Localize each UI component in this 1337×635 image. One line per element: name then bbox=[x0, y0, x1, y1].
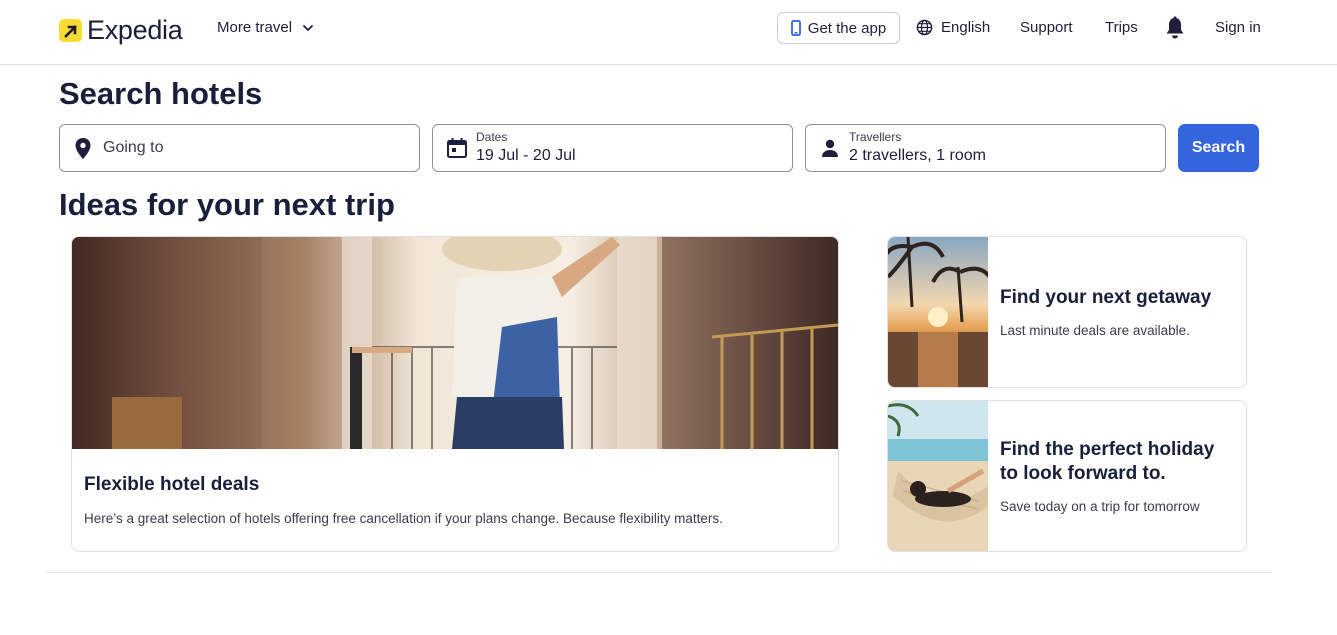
trips-link[interactable]: Trips bbox=[1105, 19, 1138, 36]
flexible-hotel-deals-card[interactable]: Flexible hotel deals Here’s a great sele… bbox=[71, 236, 839, 552]
dates-field[interactable]: Dates 19 Jul - 20 Jul bbox=[432, 124, 793, 172]
going-to-placeholder: Going to bbox=[103, 139, 164, 156]
map-pin-icon bbox=[73, 137, 93, 161]
expedia-logo[interactable]: Expedia bbox=[59, 15, 183, 46]
hammock-beach-image bbox=[888, 401, 988, 551]
card-description: Last minute deals are available. bbox=[1000, 323, 1190, 338]
phone-icon bbox=[790, 20, 801, 36]
beach-resort-image bbox=[888, 237, 988, 387]
globe-icon bbox=[916, 19, 933, 36]
top-header: Expedia More travel Get the app English … bbox=[0, 0, 1337, 65]
get-app-button[interactable]: Get the app bbox=[777, 12, 900, 44]
card-title: Flexible hotel deals bbox=[84, 474, 260, 495]
ideas-section-title: Ideas for your next trip bbox=[59, 187, 395, 222]
calendar-icon bbox=[446, 137, 468, 159]
language-selector[interactable]: English bbox=[916, 19, 990, 36]
logo-text: Expedia bbox=[87, 15, 183, 45]
section-divider bbox=[47, 572, 1271, 573]
travellers-label: Travellers bbox=[849, 130, 902, 144]
next-getaway-card[interactable]: Find your next getaway Last minute deals… bbox=[887, 236, 1247, 388]
sign-in-link[interactable]: Sign in bbox=[1215, 19, 1261, 36]
going-to-field[interactable]: Going to bbox=[59, 124, 420, 172]
perfect-holiday-card[interactable]: Find the perfect holiday to look forward… bbox=[887, 400, 1247, 552]
chevron-down-icon bbox=[302, 24, 314, 32]
support-link[interactable]: Support bbox=[1020, 19, 1073, 36]
dates-value: 19 Jul - 20 Jul bbox=[476, 147, 576, 164]
travellers-field[interactable]: Travellers 2 travellers, 1 room bbox=[805, 124, 1166, 172]
card-title: Find the perfect holiday to look forward… bbox=[1000, 439, 1215, 484]
page-title: Search hotels bbox=[59, 76, 263, 111]
dates-label: Dates bbox=[476, 130, 508, 144]
hotel-room-image bbox=[72, 237, 838, 449]
search-button[interactable]: Search bbox=[1178, 124, 1259, 172]
card-description: Here’s a great selection of hotels offer… bbox=[84, 511, 723, 526]
more-travel-menu[interactable]: More travel bbox=[217, 19, 314, 36]
more-travel-label: More travel bbox=[217, 19, 293, 36]
expedia-logo-icon bbox=[59, 19, 82, 42]
bell-icon[interactable] bbox=[1164, 16, 1186, 40]
get-app-label: Get the app bbox=[807, 19, 887, 37]
person-icon bbox=[819, 137, 841, 159]
travellers-value: 2 travellers, 1 room bbox=[849, 147, 986, 164]
language-label: English bbox=[941, 19, 991, 36]
card-title: Find your next getaway bbox=[1000, 287, 1212, 308]
card-description: Save today on a trip for tomorrow bbox=[1000, 499, 1200, 514]
